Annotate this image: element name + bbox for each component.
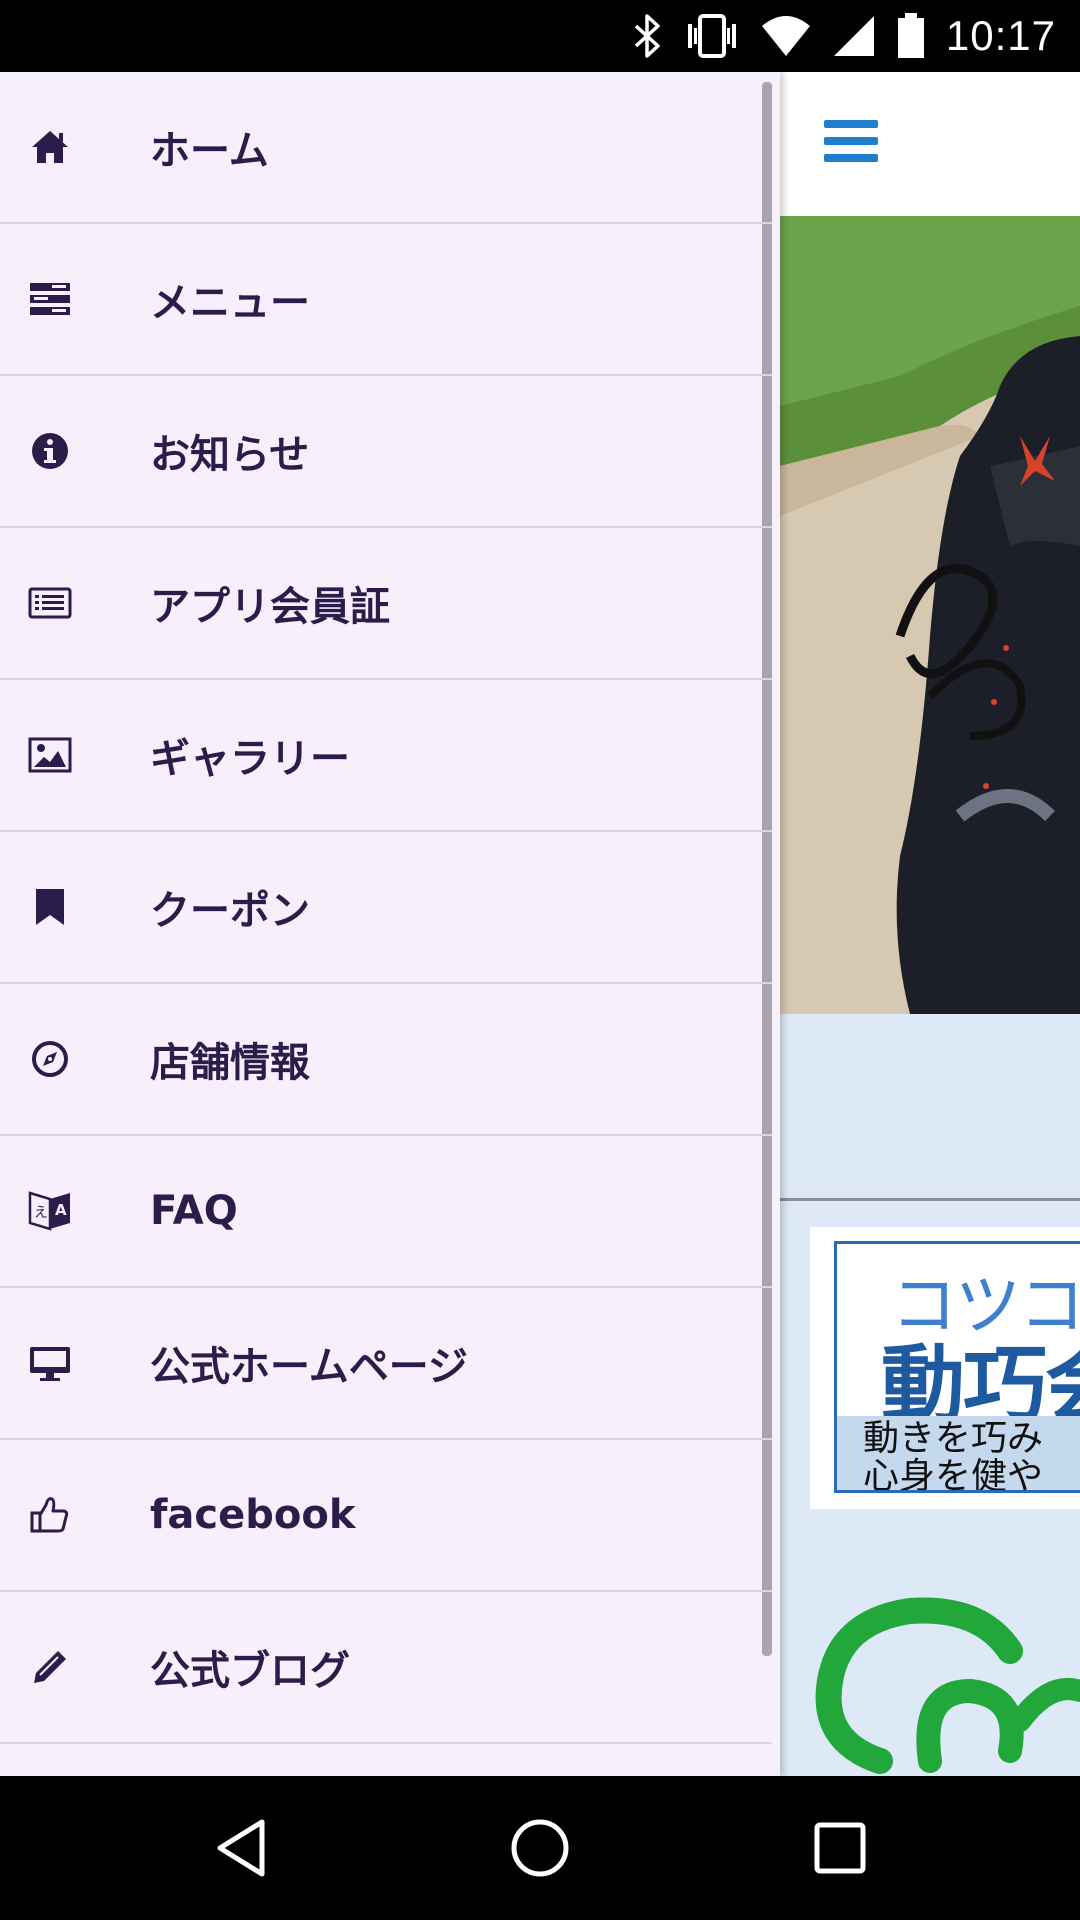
logo-area [780,1541,1080,1776]
menu-item-label: お知らせ [150,432,310,478]
menu-item-menu[interactable]: メニュー [0,224,772,376]
hamburger-icon[interactable] [824,120,878,164]
thumbs-up-icon [28,1493,72,1537]
menu-item-blog[interactable]: 公式ブログ [0,1592,772,1744]
signal-icon [832,14,876,58]
content-section [780,1014,1080,1200]
menu-item-member-card[interactable]: アプリ会員証 [0,528,772,680]
recents-icon[interactable] [804,1812,876,1884]
menu-item-label: 公式ホームページ [150,1344,468,1390]
pencil-icon [28,1645,72,1689]
menu-item-home[interactable]: ホーム [0,72,772,224]
menu-item-label: facebook [150,1492,356,1538]
svg-text:A: A [55,1201,67,1219]
screen: 10:17 コツコ 動巧会 [0,0,1080,1920]
menu-item-label: ギャラリー [150,736,350,782]
info-icon [28,429,72,473]
menu-item-gallery[interactable]: ギャラリー [0,680,772,832]
banner-card[interactable]: コツコ 動巧会 動きを巧み 心身を健や [810,1227,1080,1509]
menu-item-store-info[interactable]: 店舗情報 [0,984,772,1136]
menu-item-label: ホーム [150,128,269,174]
svg-text:え: え [34,1205,48,1221]
navigation-drawer[interactable]: ホーム メニュー お知らせ アプリ会員証 ギャラリー クーポン 店舗情報 え A… [0,72,780,1776]
menu-item-facebook[interactable]: facebook [0,1440,772,1592]
monitor-icon [28,1341,72,1385]
menu-item-label: アプリ会員証 [150,584,390,630]
home-icon [28,125,72,169]
battery-icon [896,13,926,59]
status-time: 10:17 [945,12,1056,59]
banner-subtitle: 動きを巧み 心身を健や [863,1418,1044,1493]
status-bar: 10:17 [0,0,1080,72]
compass-icon [28,1037,72,1081]
bluetooth-icon [630,14,664,58]
vibrate-icon [684,14,740,58]
app-header [780,72,1080,216]
banner-area: コツコ 動巧会 動きを巧み 心身を健や [780,1201,1080,1541]
menu-item-label: 公式ブログ [150,1648,350,1694]
menu-item-news[interactable]: お知らせ [0,376,772,528]
menu-item-label: クーポン [150,888,310,934]
hero-photo [780,216,1080,1014]
back-icon[interactable] [206,1812,278,1884]
menu-item-label: メニュー [150,280,310,326]
gallery-icon [28,733,72,777]
member-card-icon [28,581,72,625]
system-nav-bar [0,1776,1080,1920]
menu-item-website[interactable]: 公式ホームページ [0,1288,772,1440]
translate-icon: えA [28,1189,72,1233]
menu-item-label: FAQ [150,1188,238,1234]
green-logo-icon [815,1597,1080,1774]
menu-item-faq[interactable]: えA FAQ [0,1136,772,1288]
menu-item-coupon[interactable]: クーポン [0,832,772,984]
menu-list-icon [28,277,72,321]
wifi-icon [760,14,812,58]
menu-item-label: 店舗情報 [150,1040,310,1086]
bookmark-icon [28,885,72,929]
home-circle-icon[interactable] [504,1812,576,1884]
